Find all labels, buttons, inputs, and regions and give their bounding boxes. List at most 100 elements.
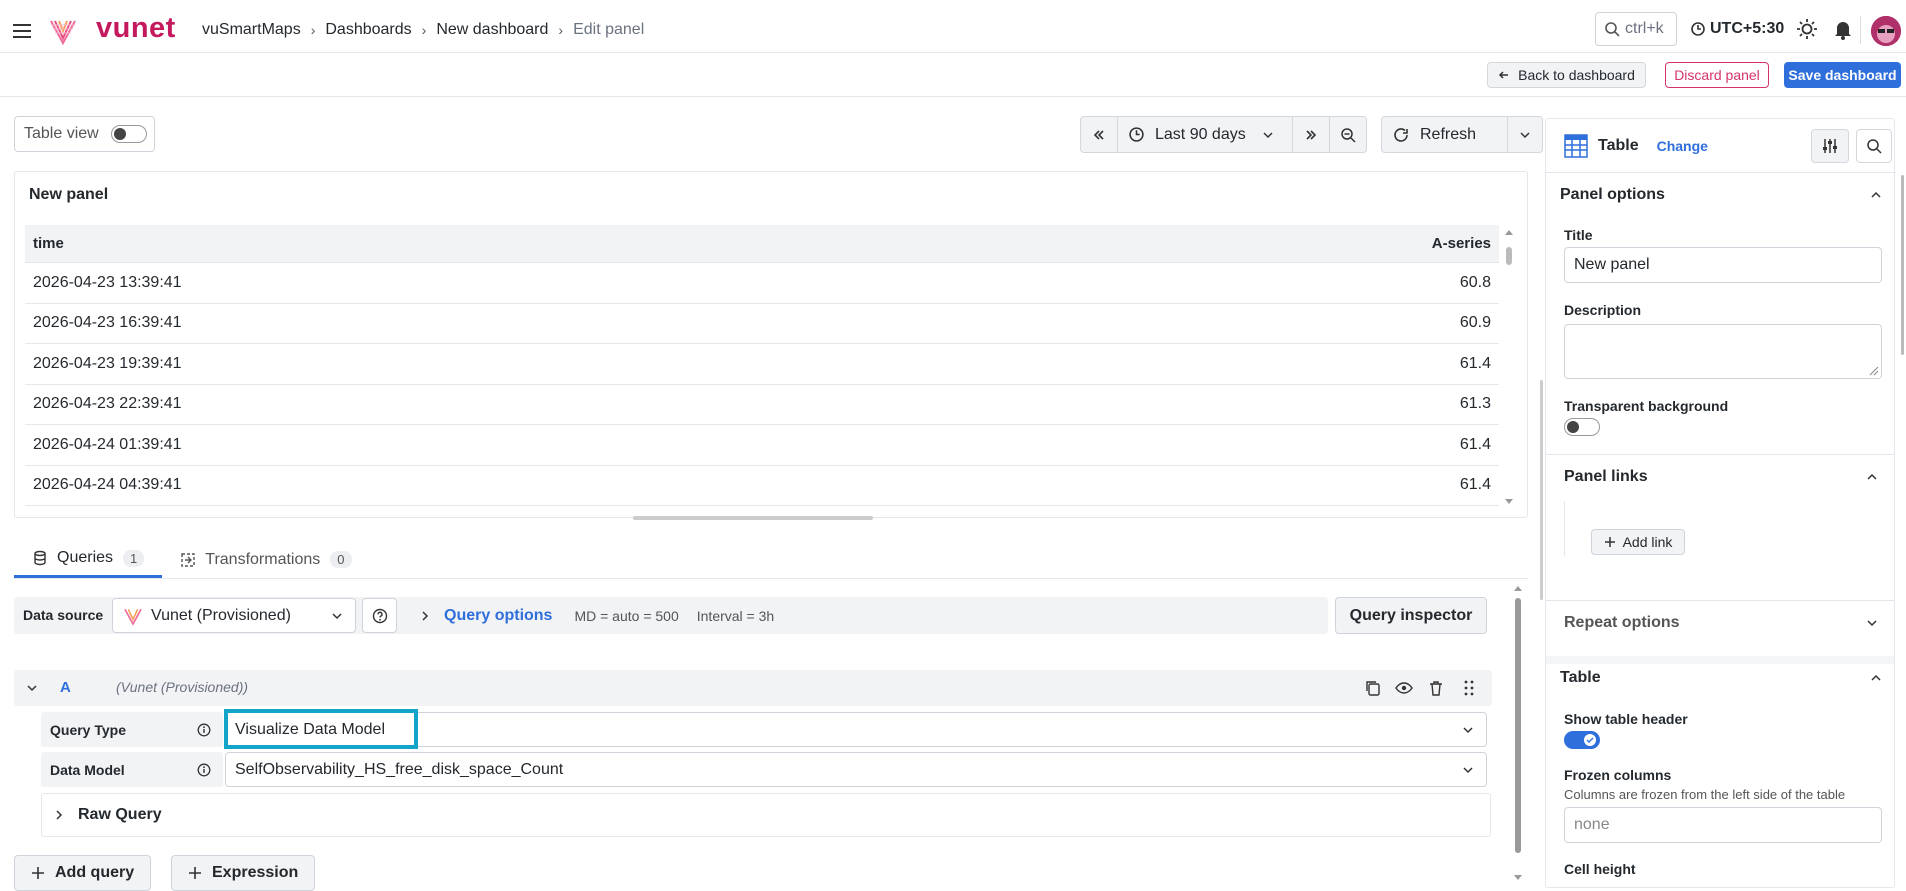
query-type-text: Query Type <box>50 721 126 738</box>
table-header: time A-series <box>25 225 1499 263</box>
cell-time: 2026-04-23 22:39:41 <box>33 395 182 413</box>
datasource-label: Data source <box>23 607 104 623</box>
query-interval: Interval = 3h <box>696 607 775 624</box>
tab-label: Queries <box>57 549 114 566</box>
table-view-toggle[interactable]: Table view <box>14 116 155 152</box>
discard-panel-button[interactable]: Discard panel <box>1665 62 1769 88</box>
add-query-button[interactable]: Add query <box>14 855 152 891</box>
cell-time: 2026-04-23 19:39:41 <box>33 354 182 372</box>
column-header-time[interactable]: time <box>33 235 64 252</box>
max-datapoints: MD = auto = 500 <box>574 607 679 624</box>
add-link-button[interactable]: Add link <box>1591 529 1685 555</box>
table-scrollbar[interactable] <box>1504 227 1514 507</box>
search-button[interactable]: ctrl+k <box>1595 12 1677 46</box>
repeat-options-header[interactable]: Repeat options <box>1564 614 1680 632</box>
theme-toggle-icon[interactable] <box>1796 18 1818 40</box>
query-options-label: Query options <box>444 606 553 624</box>
chevron-down-icon <box>1463 766 1473 773</box>
toggle-switch[interactable] <box>110 125 147 143</box>
tab-queries[interactable]: Queries 1 <box>14 541 163 578</box>
data-table: time A-series 2026-04-23 13:39:41 60.8 20… <box>25 225 1499 506</box>
editor-scrollbar[interactable] <box>1512 583 1524 885</box>
save-dashboard-button[interactable]: Save dashboard <box>1784 62 1901 88</box>
avatar[interactable] <box>1871 16 1901 46</box>
table-options-header[interactable]: Table <box>1560 669 1601 687</box>
tab-transformations[interactable]: Transformations 0 <box>162 541 369 578</box>
title-input[interactable]: New panel <box>1564 247 1882 283</box>
bell-icon[interactable] <box>1832 18 1854 40</box>
data-model-select[interactable]: SelfObservability_HS_free_disk_space_Cou… <box>225 752 1487 787</box>
cell-height-label: Cell height <box>1564 861 1636 877</box>
show-table-header-toggle[interactable] <box>1564 731 1600 749</box>
splitter-handle[interactable] <box>1540 380 1543 600</box>
time-shift-forward-button[interactable] <box>1292 116 1330 153</box>
frozen-columns-value: none <box>1574 816 1610 833</box>
breadcrumb: vuSmartMaps › Dashboards › New dashboard… <box>202 21 644 39</box>
horizontal-scrollbar[interactable] <box>633 516 873 520</box>
breadcrumb-item[interactable]: vuSmartMaps <box>202 21 301 39</box>
chevron-right-icon: › <box>310 22 316 38</box>
query-options[interactable]: Query options MD = auto = 500 Interval =… <box>404 597 1329 634</box>
data-model-value: SelfObservability_HS_free_disk_space_Cou… <box>235 760 564 778</box>
breadcrumb-current: Edit panel <box>573 21 645 38</box>
description-textarea[interactable] <box>1564 324 1882 379</box>
datasource-select[interactable]: Vunet (Provisioned) <box>112 598 356 633</box>
refresh-interval-dropdown[interactable] <box>1507 116 1543 153</box>
chevron-down-icon <box>1263 131 1273 138</box>
time-shift-back-button[interactable] <box>1080 116 1118 153</box>
double-chevron-right-icon <box>1306 129 1317 140</box>
sidebar-scrollbar[interactable] <box>1901 175 1904 355</box>
description-label: Description <box>1564 302 1642 318</box>
frozen-columns-input[interactable]: none <box>1564 807 1882 843</box>
panel-links-header[interactable]: Panel links <box>1564 468 1648 486</box>
raw-query-section[interactable]: Raw Query <box>41 793 1491 837</box>
info-icon <box>197 723 211 736</box>
table-row: 2026-04-23 13:39:41 60.8 <box>25 263 1499 304</box>
data-model-label: Data Model <box>41 752 223 787</box>
editor-tabs: Queries 1 Transformations 0 <box>14 541 370 581</box>
cell-value: 61.4 <box>1459 354 1491 372</box>
resize-handle-icon <box>1869 366 1879 376</box>
panel-title: New panel <box>29 186 109 203</box>
add-expression-button[interactable]: Expression <box>171 855 316 891</box>
breadcrumb-item[interactable]: New dashboard <box>436 21 548 39</box>
column-header-a-series[interactable]: A-series <box>1432 235 1491 252</box>
transparent-background-toggle[interactable] <box>1564 418 1600 436</box>
chevron-down-icon <box>27 685 37 692</box>
query-inspector-button[interactable]: Query inspector <box>1335 597 1487 634</box>
chevron-up-icon <box>1867 473 1877 480</box>
chevron-right-icon <box>422 610 429 621</box>
timezone-picker[interactable]: UTC+5:30 <box>1690 20 1784 38</box>
raw-query-label: Raw Query <box>78 806 162 823</box>
change-visualization-link[interactable]: Change <box>1657 138 1708 154</box>
back-to-dashboard-button[interactable]: Back to dashboard <box>1487 62 1646 88</box>
query-ref-id[interactable]: A <box>60 679 71 696</box>
options-toggle-button[interactable] <box>1811 129 1849 163</box>
search-shortcut: ctrl+k <box>1625 20 1664 37</box>
trash-icon <box>1430 681 1442 696</box>
drag-handle-icon <box>1464 680 1474 696</box>
zoom-out-button[interactable] <box>1329 116 1367 153</box>
zoom-out-icon <box>1341 127 1356 143</box>
refresh-button[interactable]: Refresh <box>1381 116 1508 153</box>
brand-name: vunet <box>96 12 176 44</box>
top-bar: vunet vuSmartMaps › Dashboards › New das… <box>0 0 1906 53</box>
cell-time: 2026-04-24 01:39:41 <box>33 435 182 453</box>
table-row: 2026-04-24 04:39:41 61.4 <box>25 466 1499 506</box>
vunet-logo-icon <box>124 608 142 626</box>
sliders-icon <box>1823 139 1837 153</box>
panel-options-header[interactable]: Panel options <box>1560 186 1665 204</box>
table-row: 2026-04-23 19:39:41 61.4 <box>25 344 1499 385</box>
add-query-label: Add query <box>55 864 135 881</box>
cell-time: 2026-04-23 16:39:41 <box>33 314 182 332</box>
table-row: 2026-04-24 01:39:41 61.4 <box>25 425 1499 466</box>
menu-icon[interactable] <box>10 19 34 43</box>
breadcrumb-item[interactable]: Dashboards <box>325 21 411 39</box>
expression-label: Expression <box>212 864 299 881</box>
clock-icon <box>1129 127 1144 142</box>
arrow-left-icon <box>1499 71 1509 79</box>
datasource-help-button[interactable] <box>362 598 397 633</box>
search-options-button[interactable] <box>1856 129 1892 163</box>
refresh-label: Refresh <box>1420 125 1477 143</box>
time-range-picker[interactable]: Last 90 days <box>1117 116 1293 153</box>
